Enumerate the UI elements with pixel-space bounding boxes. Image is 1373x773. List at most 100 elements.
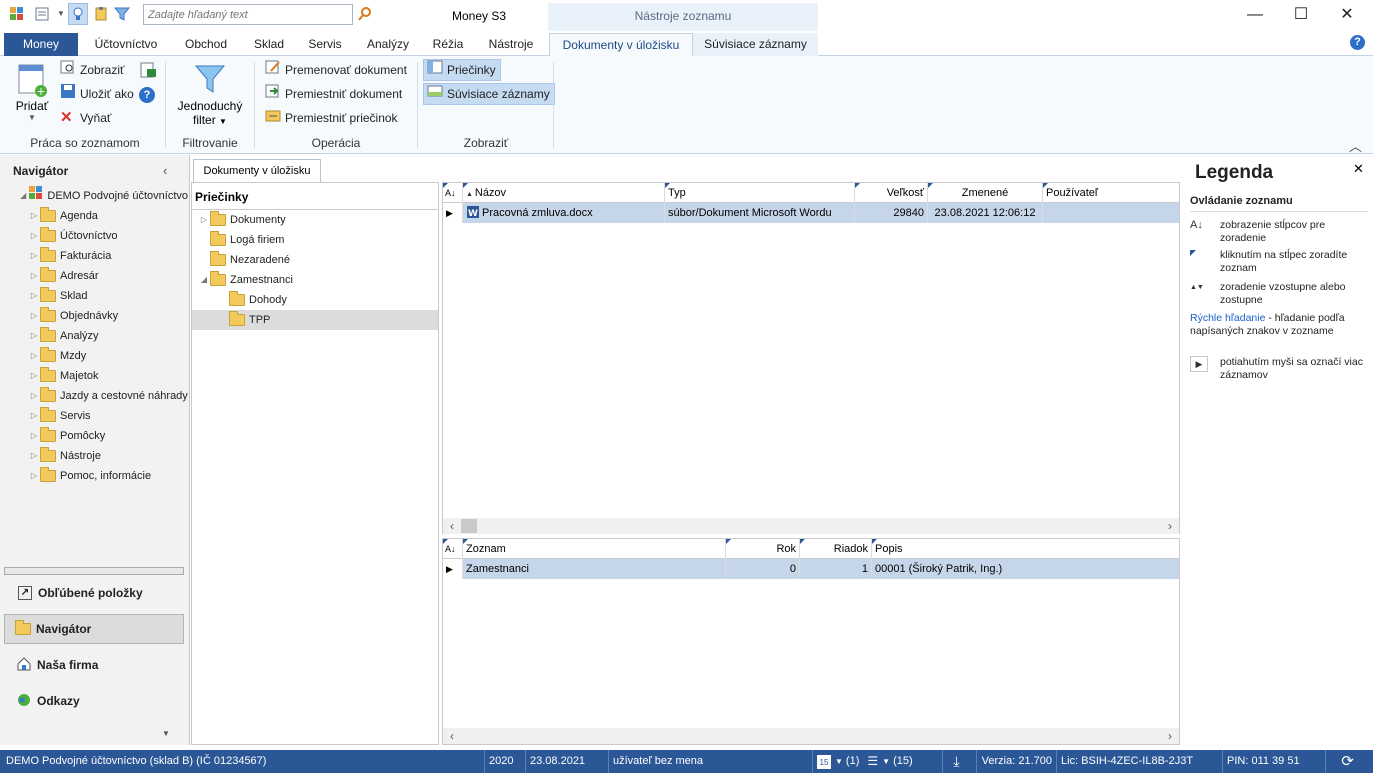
collapsed-triangle-icon[interactable]: ▷ [28, 246, 40, 266]
app-logo-icon[interactable] [9, 6, 25, 22]
dropdown-arrow-icon[interactable]: ▼ [57, 9, 65, 18]
status-date[interactable]: 23.08.2021 [525, 750, 607, 773]
nav-item-pomocky[interactable]: ▷ Pomôcky [28, 426, 188, 446]
nav-item-objednavky[interactable]: ▷ Objednávky [28, 306, 188, 326]
collapsed-triangle-icon[interactable]: ▷ [28, 266, 40, 286]
tab-nastroje[interactable]: Nástroje [478, 33, 544, 56]
calendar-icon[interactable]: 15 [817, 754, 831, 769]
filter-icon[interactable] [113, 6, 131, 22]
nav-item-servis[interactable]: ▷ Servis [28, 406, 188, 426]
nav-item-analyzy[interactable]: ▷ Analýzy [28, 326, 188, 346]
nav-item-mzdy[interactable]: ▷ Mzdy [28, 346, 188, 366]
add-button[interactable]: + Pridať ▼ [12, 62, 52, 122]
collapsed-triangle-icon[interactable]: ▷ [28, 466, 40, 486]
tab-suvisiace-zaznamy[interactable]: Súvisiace záznamy [693, 33, 818, 56]
column-riadok[interactable]: Riadok [800, 539, 872, 559]
folder-item-nezaradene[interactable]: Nezaradené [198, 250, 438, 270]
close-window-button[interactable]: ✕ [1324, 2, 1370, 28]
simple-filter-button[interactable]: Jednoduchý filter ▼ [172, 62, 248, 127]
folder-item-dohody[interactable]: Dohody [198, 290, 438, 310]
collapsed-triangle-icon[interactable]: ▷ [28, 346, 40, 366]
collapsed-triangle-icon[interactable]: ▷ [28, 446, 40, 466]
expanded-triangle-icon[interactable]: ◢ [198, 270, 210, 290]
column-chooser-icon[interactable]: A↓ [443, 183, 463, 203]
tab-rezia[interactable]: Réžia [426, 33, 470, 56]
move-document-button[interactable]: Premiestniť dokument [265, 83, 402, 105]
quick-search-link[interactable]: Rýchle hľadanie [1190, 312, 1265, 324]
tab-dokumenty-v-ulozisku[interactable]: Dokumenty v úložisku [549, 33, 693, 56]
column-nazov[interactable]: ▲ Názov [463, 183, 665, 203]
nav-item-sklad[interactable]: ▷ Sklad [28, 286, 188, 306]
folder-item-loga[interactable]: Logá firiem [198, 230, 438, 250]
column-rok[interactable]: Rok [726, 539, 800, 559]
column-zoznam[interactable]: Zoznam [463, 539, 726, 559]
tab-obchod[interactable]: Obchod [176, 33, 236, 56]
chevron-down-icon[interactable]: ▼ [882, 750, 890, 773]
table-row[interactable]: ▶ Zamestnanci 0 1 00001 (Široký Patrik, … [443, 559, 1179, 579]
folder-item-dokumenty[interactable]: ▷ Dokumenty [198, 210, 438, 230]
lightbulb-icon[interactable] [68, 3, 88, 25]
tab-analyzy[interactable]: Analýzy [358, 33, 418, 56]
remove-button[interactable]: ✕ Vyňať [60, 107, 111, 129]
column-velkost[interactable]: Veľkosť [855, 183, 928, 203]
tab-uctovnictvo[interactable]: Účtovníctvo [86, 33, 166, 56]
scroll-right-icon[interactable]: › [1161, 519, 1179, 533]
collapsed-triangle-icon[interactable]: ▷ [28, 286, 40, 306]
chevron-down-icon[interactable]: ▼ [835, 750, 843, 773]
column-typ[interactable]: Typ [665, 183, 855, 203]
close-legend-icon[interactable]: ✕ [1353, 161, 1364, 177]
horizontal-scrollbar[interactable]: ‹ › [443, 728, 1179, 744]
folders-toggle-button[interactable]: Priečinky [423, 59, 501, 81]
row-selector-icon[interactable]: ▶ [443, 559, 463, 579]
rename-document-button[interactable]: Premenovať dokument [265, 59, 407, 81]
nav-item-nastroje[interactable]: ▷ Nástroje [28, 446, 188, 466]
scroll-right-icon[interactable]: › [1161, 729, 1179, 743]
search-icon[interactable] [357, 6, 373, 25]
move-folder-button[interactable]: Premiestniť priečinok [265, 107, 398, 129]
scroll-left-icon[interactable]: ‹ [443, 519, 461, 533]
our-company-button[interactable]: Naša firma [4, 650, 186, 680]
search-input[interactable] [143, 4, 353, 25]
row-selector-icon[interactable]: ▶ [443, 203, 463, 223]
collapsed-triangle-icon[interactable]: ▷ [28, 366, 40, 386]
chevron-down-icon[interactable]: ▼ [162, 729, 170, 738]
nav-item-pomoc[interactable]: ▷ Pomoc, informácie [28, 466, 188, 486]
nav-item-agenda[interactable]: ▷ Agenda [28, 206, 188, 226]
folder-item-zamestnanci[interactable]: ◢ Zamestnanci [198, 270, 438, 290]
save-as-button[interactable]: Uložiť ako [60, 83, 134, 105]
column-pouzivatel[interactable]: Používateľ [1043, 183, 1179, 203]
collapse-left-icon[interactable]: ‹ [163, 163, 167, 178]
collapse-ribbon-icon[interactable]: ︿ [1349, 136, 1362, 155]
collapsed-triangle-icon[interactable]: ▷ [28, 206, 40, 226]
expanded-triangle-icon[interactable]: ◢ [18, 186, 28, 206]
scroll-left-icon[interactable]: ‹ [443, 729, 461, 743]
collapsed-triangle-icon[interactable]: ▷ [28, 386, 40, 406]
clipboard-icon[interactable] [93, 6, 109, 22]
tab-documents-storage[interactable]: Dokumenty v úložisku [193, 159, 321, 182]
collapsed-triangle-icon[interactable]: ▷ [28, 326, 40, 346]
related-records-toggle-button[interactable]: Súvisiace záznamy [423, 83, 555, 105]
rss-icon[interactable]: ☰ [867, 750, 878, 773]
collapsed-triangle-icon[interactable]: ▷ [28, 226, 40, 246]
scroll-thumb[interactable] [461, 519, 477, 533]
collapsed-triangle-icon[interactable]: ▷ [28, 306, 40, 326]
tab-servis[interactable]: Servis [300, 33, 350, 56]
links-button[interactable]: Odkazy [4, 686, 186, 716]
column-zmenene[interactable]: Zmenené [928, 183, 1043, 203]
nav-item-uctovnictvo[interactable]: ▷ Účtovníctvo [28, 226, 188, 246]
splitter-handle[interactable] [4, 567, 184, 575]
info-icon[interactable]: ? [139, 87, 155, 103]
tab-sklad[interactable]: Sklad [246, 33, 292, 56]
navigator-button[interactable]: Navigátor [4, 614, 184, 644]
folder-item-tpp[interactable]: TPP [192, 310, 438, 330]
collapsed-triangle-icon[interactable]: ▷ [28, 406, 40, 426]
table-row[interactable]: ▶ W Pracovná zmluva.docx súbor/Dokument M… [443, 203, 1179, 223]
maximize-button[interactable]: ☐ [1278, 2, 1324, 28]
nav-item-jazdy[interactable]: ▷ Jazdy a cestovné náhrady [28, 386, 188, 406]
collapsed-triangle-icon[interactable]: ▷ [198, 210, 210, 230]
favorites-button[interactable]: ↗ Obľúbené položky [4, 578, 186, 608]
refresh-icon[interactable]: ⟳ [1325, 750, 1369, 773]
nav-item-majetok[interactable]: ▷ Majetok [28, 366, 188, 386]
nav-item-adresar[interactable]: ▷ Adresár [28, 266, 188, 286]
column-chooser-icon[interactable]: A↓ [443, 539, 463, 559]
